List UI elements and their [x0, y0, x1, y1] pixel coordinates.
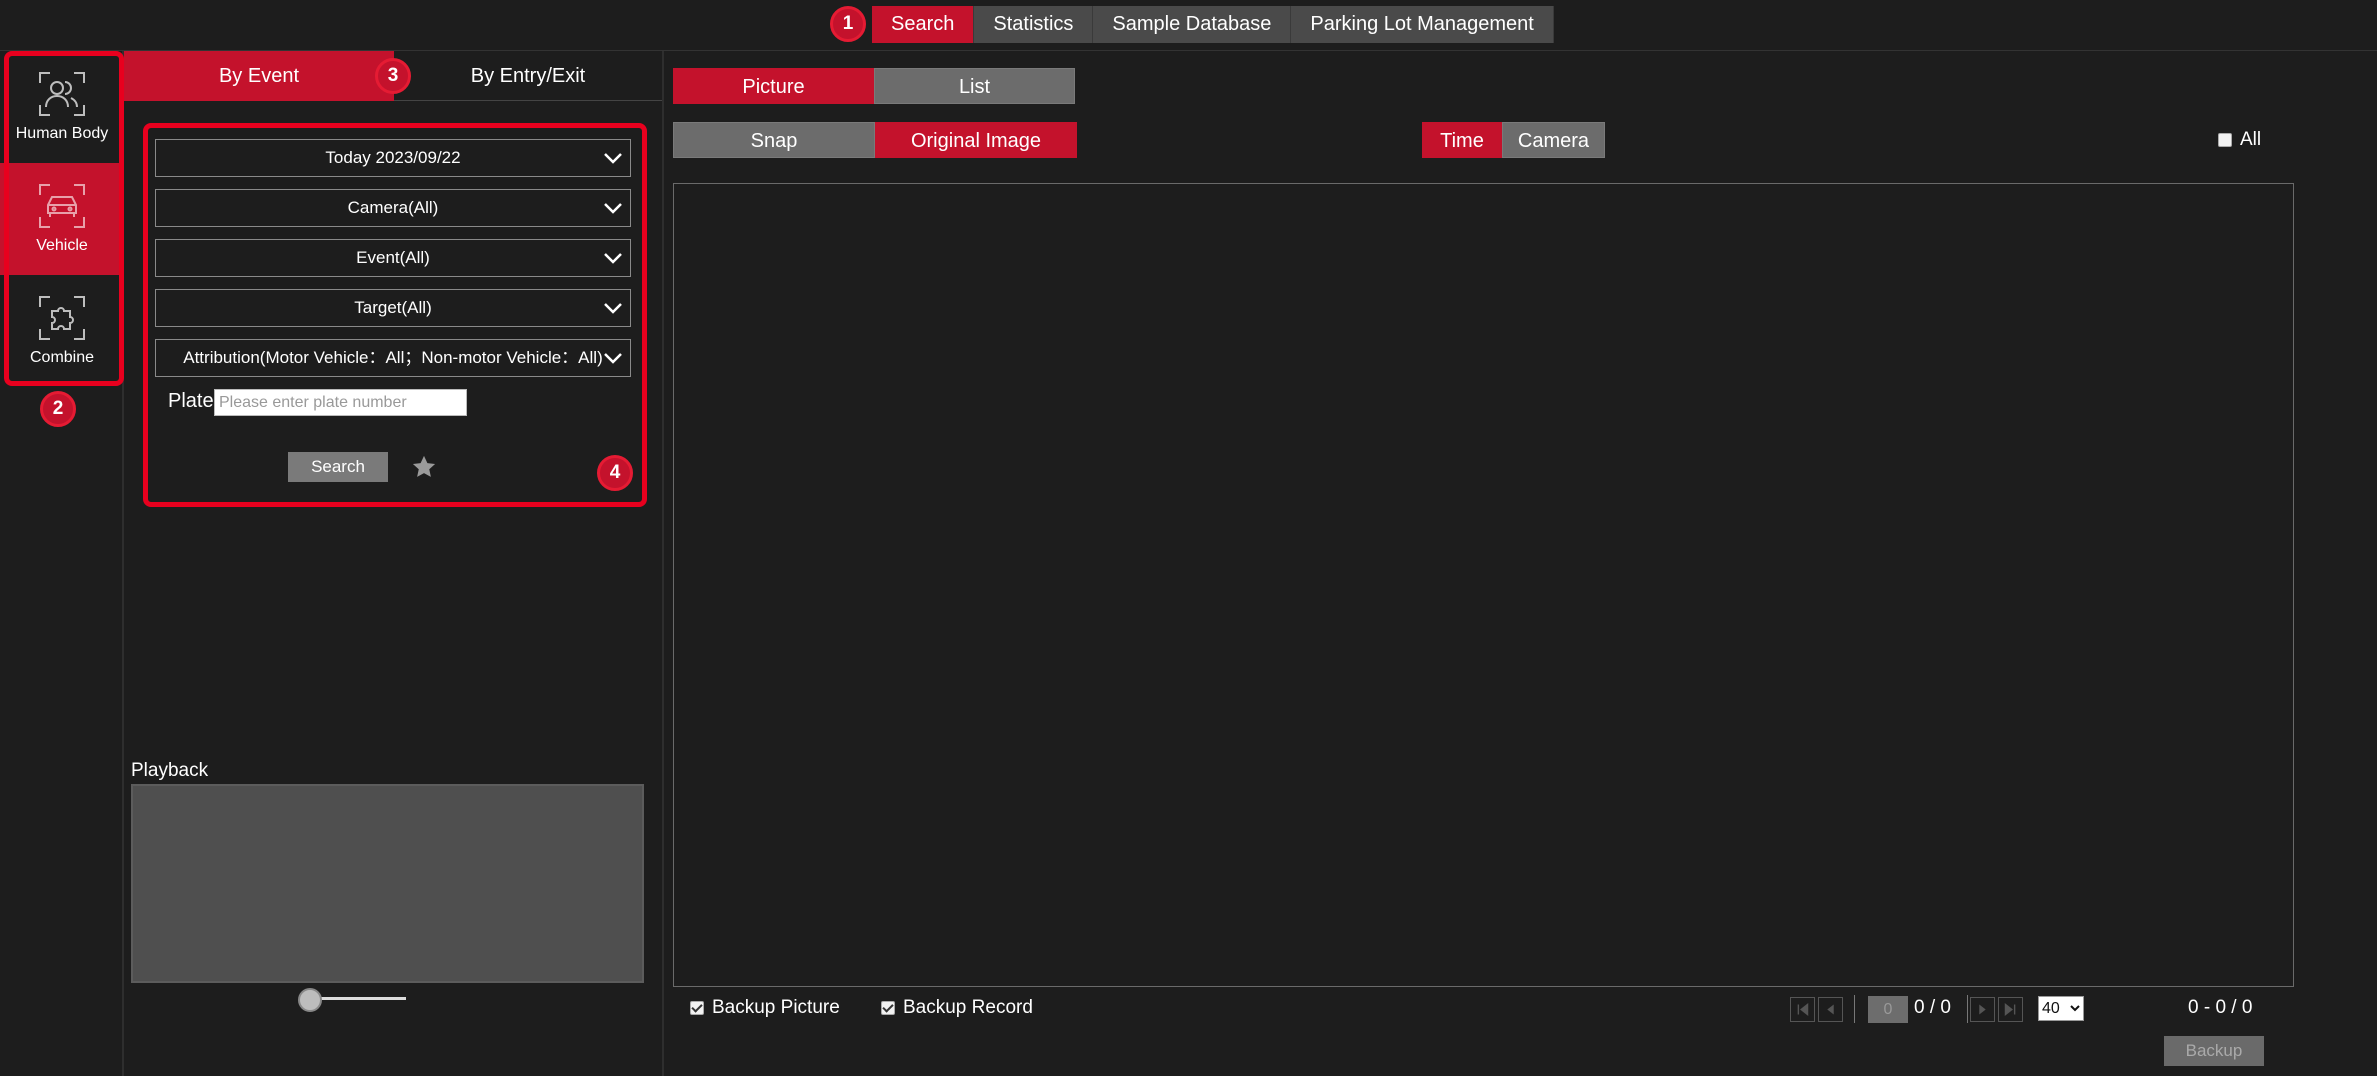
prev-page-icon[interactable]: [1818, 997, 1843, 1022]
tab-by-entry-exit[interactable]: By Entry/Exit: [394, 51, 662, 101]
next-page-icon[interactable]: [1970, 997, 1995, 1022]
tab-sort-time[interactable]: Time: [1422, 122, 1502, 158]
last-page-icon[interactable]: [1998, 997, 2023, 1022]
annotation-badge-2: 2: [40, 391, 76, 427]
page-number-input[interactable]: 0: [1868, 996, 1908, 1023]
chevron-down-icon: [2070, 1005, 2080, 1012]
playback-video[interactable]: [131, 784, 644, 983]
backup-picture-label: Backup Picture: [712, 997, 840, 1018]
page-size-value: 40: [2042, 1000, 2060, 1017]
playback-label: Playback: [131, 760, 209, 781]
tab-by-event[interactable]: By Event: [124, 51, 394, 101]
top-nav: Search Statistics Sample Database Parkin…: [872, 6, 1554, 43]
backup-record-checkbox[interactable]: Backup Record: [881, 997, 1033, 1019]
tab-original-image[interactable]: Original Image: [875, 122, 1077, 158]
panel-divider: [662, 51, 664, 1076]
page-total: 0 / 0: [1914, 997, 1951, 1018]
playback-slider-track[interactable]: [308, 997, 406, 1000]
tab-search[interactable]: Search: [872, 6, 975, 43]
playback-slider-handle[interactable]: [298, 988, 322, 1012]
annotation-badge-3: 3: [375, 58, 411, 94]
annotation-box-sidebar: [4, 51, 124, 386]
annotation-badge-1: 1: [830, 6, 866, 42]
pager-divider: [1854, 995, 1855, 1023]
backup-picture-checkbox[interactable]: Backup Picture: [690, 997, 840, 1019]
view-mode-toggle: Picture List: [673, 68, 1075, 104]
results-gallery: [673, 183, 2294, 987]
tab-statistics[interactable]: Statistics: [974, 6, 1094, 43]
sort-toggle: Time Camera: [1422, 122, 1605, 158]
tab-list[interactable]: List: [874, 68, 1075, 104]
result-range: 0 - 0 / 0: [2188, 997, 2253, 1018]
select-all-checkbox[interactable]: All: [2218, 129, 2261, 151]
annotation-box-filters: [143, 123, 647, 507]
image-type-toggle: Snap Original Image: [673, 122, 1077, 158]
backup-button[interactable]: Backup: [2164, 1036, 2264, 1066]
checkbox-box[interactable]: [690, 1001, 704, 1015]
tab-sample-database[interactable]: Sample Database: [1093, 6, 1292, 43]
pager-divider: [1967, 995, 1968, 1023]
first-page-icon[interactable]: [1790, 997, 1815, 1022]
select-all-label: All: [2240, 129, 2262, 150]
backup-record-label: Backup Record: [903, 997, 1033, 1018]
checkbox-box[interactable]: [881, 1001, 895, 1015]
annotation-badge-4: 4: [597, 455, 633, 491]
tab-picture[interactable]: Picture: [673, 68, 874, 104]
tab-parking-lot-management[interactable]: Parking Lot Management: [1291, 6, 1554, 43]
page-size-select[interactable]: 40: [2038, 996, 2084, 1021]
tab-snap[interactable]: Snap: [673, 122, 875, 158]
checkbox-box[interactable]: [2218, 133, 2232, 147]
tab-sort-camera[interactable]: Camera: [1502, 122, 1605, 158]
